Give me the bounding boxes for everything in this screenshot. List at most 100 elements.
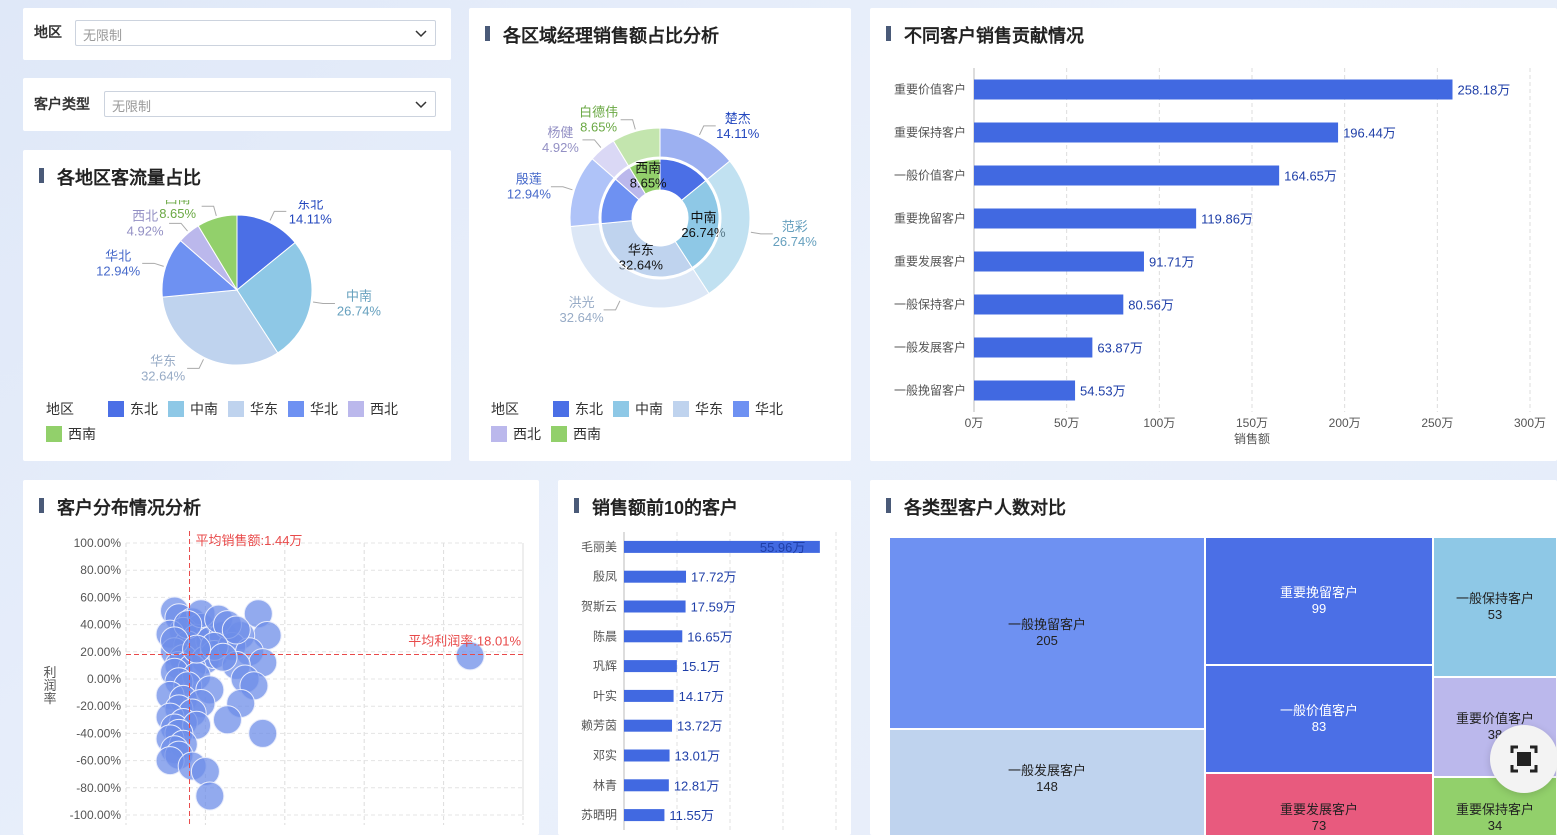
customer-type-select[interactable]: 无限制 (104, 91, 436, 117)
category-label: 苏晒明 (581, 808, 617, 822)
bar-value-label: 11.55万 (669, 808, 714, 823)
y-tick-label: -20.00% (76, 699, 121, 713)
y-tick-label: -40.00% (76, 726, 121, 740)
legend-item-东北[interactable]: 东北 (108, 399, 158, 419)
manager-sales-panel: 各区域经理销售额占比分析 中南 26.74% 华东 32.64% 西南 8.65% 楚杰 14… (469, 8, 851, 461)
legend-label: 东北 (130, 401, 158, 417)
fullscreen-button[interactable] (1490, 725, 1557, 793)
inner-ring-label: 华东 (628, 243, 654, 258)
slice-label: 华东 (150, 353, 176, 368)
legend-swatch (168, 401, 184, 417)
slice-value-label: 8.65% (159, 206, 196, 221)
panel-title: 销售额前10的客户 (574, 494, 738, 520)
treemap-cell-label: 重要发展客户 (1279, 802, 1358, 817)
y-tick-label: 40.00% (80, 618, 121, 632)
label-leader-line (201, 205, 217, 216)
label-leader-line (312, 301, 335, 305)
y-tick-label: -100.00% (70, 808, 122, 822)
category-label: 重要挽留客户 (894, 211, 966, 226)
legend-swatch (551, 426, 567, 442)
legend-item-华北[interactable]: 华北 (733, 399, 783, 419)
panel-title: 不同客户销售贡献情况 (886, 22, 1084, 48)
bar-value-label: 258.18万 (1457, 83, 1510, 98)
customer-contribution-panel: 不同客户销售贡献情况 0万 50万 100万 150万 200万 250万 300万 销售额 重… (870, 8, 1557, 461)
legend-swatch (733, 401, 749, 417)
slice-value-label: 14.11% (289, 211, 333, 226)
legend-label: 东北 (575, 401, 603, 417)
treemap-cell[interactable]: 重要挽留客户 99 (1205, 537, 1433, 665)
chevron-down-icon (415, 101, 427, 109)
bar-value-label: 91.71万 (1149, 255, 1195, 270)
bar (974, 380, 1076, 401)
legend-item-西南[interactable]: 西南 (551, 424, 601, 444)
bar-value-label: 13.01万 (675, 749, 721, 764)
legend-item-西南[interactable]: 西南 (46, 424, 96, 444)
legend-item-西北[interactable]: 西北 (348, 399, 398, 419)
label-leader-line (550, 186, 573, 191)
legend-label: 华东 (695, 401, 723, 417)
legend-item-中南[interactable]: 中南 (613, 399, 663, 419)
category-label: 贺斯云 (581, 600, 617, 614)
treemap-cell-label: 一般挽留客户 (1007, 617, 1086, 632)
slice-label: 殷莲 (516, 172, 542, 187)
legend-item-华东[interactable]: 华东 (228, 399, 278, 419)
chevron-down-icon (415, 30, 427, 38)
legend-label: 西北 (513, 426, 541, 442)
bar-value-label: 164.65万 (1284, 169, 1337, 184)
slice-label: 东北 (297, 200, 323, 211)
treemap-cell[interactable]: 一般发展客户 148 (889, 729, 1205, 835)
treemap-cell[interactable]: 重要发展客户 73 (1205, 773, 1433, 835)
legend-swatch (108, 401, 124, 417)
treemap-cell[interactable]: 一般保持客户 53 (1433, 537, 1557, 677)
legend-item-西北[interactable]: 西北 (491, 424, 541, 444)
x-tick-label: 200万 (1329, 416, 1361, 430)
treemap-cell-value: 99 (1311, 601, 1327, 616)
bar (624, 570, 687, 583)
slice-label: 白德伟 (579, 105, 618, 120)
y-tick-label: 100.00% (74, 536, 122, 550)
legend-swatch (228, 401, 244, 417)
label-leader-line (269, 210, 287, 221)
bar (974, 79, 1453, 100)
slice-value-label: 8.65% (580, 120, 617, 135)
legend-label: 华东 (250, 401, 278, 417)
treemap-cell[interactable]: 一般价值客户 83 (1205, 665, 1433, 773)
legend-item-中南[interactable]: 中南 (168, 399, 218, 419)
top10-customers-panel: 销售额前10的客户 毛丽美 55.96万 殷凤 17.72万 贺斯云 17.59万 陈晨 16… (558, 480, 851, 835)
category-label: 毛丽美 (581, 540, 617, 554)
category-label: 重要保持客户 (894, 125, 966, 140)
region-select-value: 无限制 (83, 28, 123, 43)
treemap-cell-label: 一般保持客户 (1455, 591, 1534, 606)
inner-ring-value: 8.65% (630, 176, 667, 191)
legend-swatch (673, 401, 689, 417)
top10-bar-chart: 毛丽美 55.96万殷凤 17.72万贺斯云 17.59万陈晨 16.65万巩辉 15.1… (581, 532, 837, 830)
treemap-cell[interactable]: 一般挽留客户 205 (889, 537, 1205, 729)
bar (974, 337, 1093, 358)
slice-value-label: 32.64% (560, 310, 605, 325)
category-label: 林青 (593, 778, 617, 792)
x-tick-label: 300万 (1514, 416, 1546, 430)
legend-item-华东[interactable]: 华东 (673, 399, 723, 419)
bar-value-label: 15.1万 (682, 659, 720, 674)
category-label: 一般挽留客户 (894, 383, 966, 398)
slice-value-label: 26.74% (337, 304, 382, 319)
region-traffic-panel: 各地区客流量占比 东北 14.11% 中南 26.74% 华东 32.64% 华北 12.94… (23, 150, 451, 461)
category-label: 一般发展客户 (894, 340, 966, 355)
region-select[interactable]: 无限制 (75, 20, 436, 46)
bar (624, 630, 683, 643)
panel-title: 各地区客流量占比 (39, 164, 201, 190)
bar-value-label: 17.72万 (691, 570, 737, 585)
legend-item-东北[interactable]: 东北 (553, 399, 603, 419)
bar (974, 251, 1144, 272)
scatter-point (190, 756, 220, 786)
y-tick-label: -60.00% (76, 754, 121, 768)
treemap-cell-value: 53 (1487, 607, 1503, 622)
treemap-cell-value: 83 (1311, 719, 1327, 734)
category-label: 殷凤 (593, 570, 617, 584)
legend-item-华北[interactable]: 华北 (288, 399, 338, 419)
region-filter-panel: 地区 无限制 (23, 8, 451, 60)
y-tick-label: 20.00% (80, 645, 121, 659)
x-axis-title: 销售额 (1234, 431, 1270, 446)
treemap-cell-label: 重要挽留客户 (1279, 585, 1358, 600)
slice-value-label: 4.92% (127, 223, 164, 238)
